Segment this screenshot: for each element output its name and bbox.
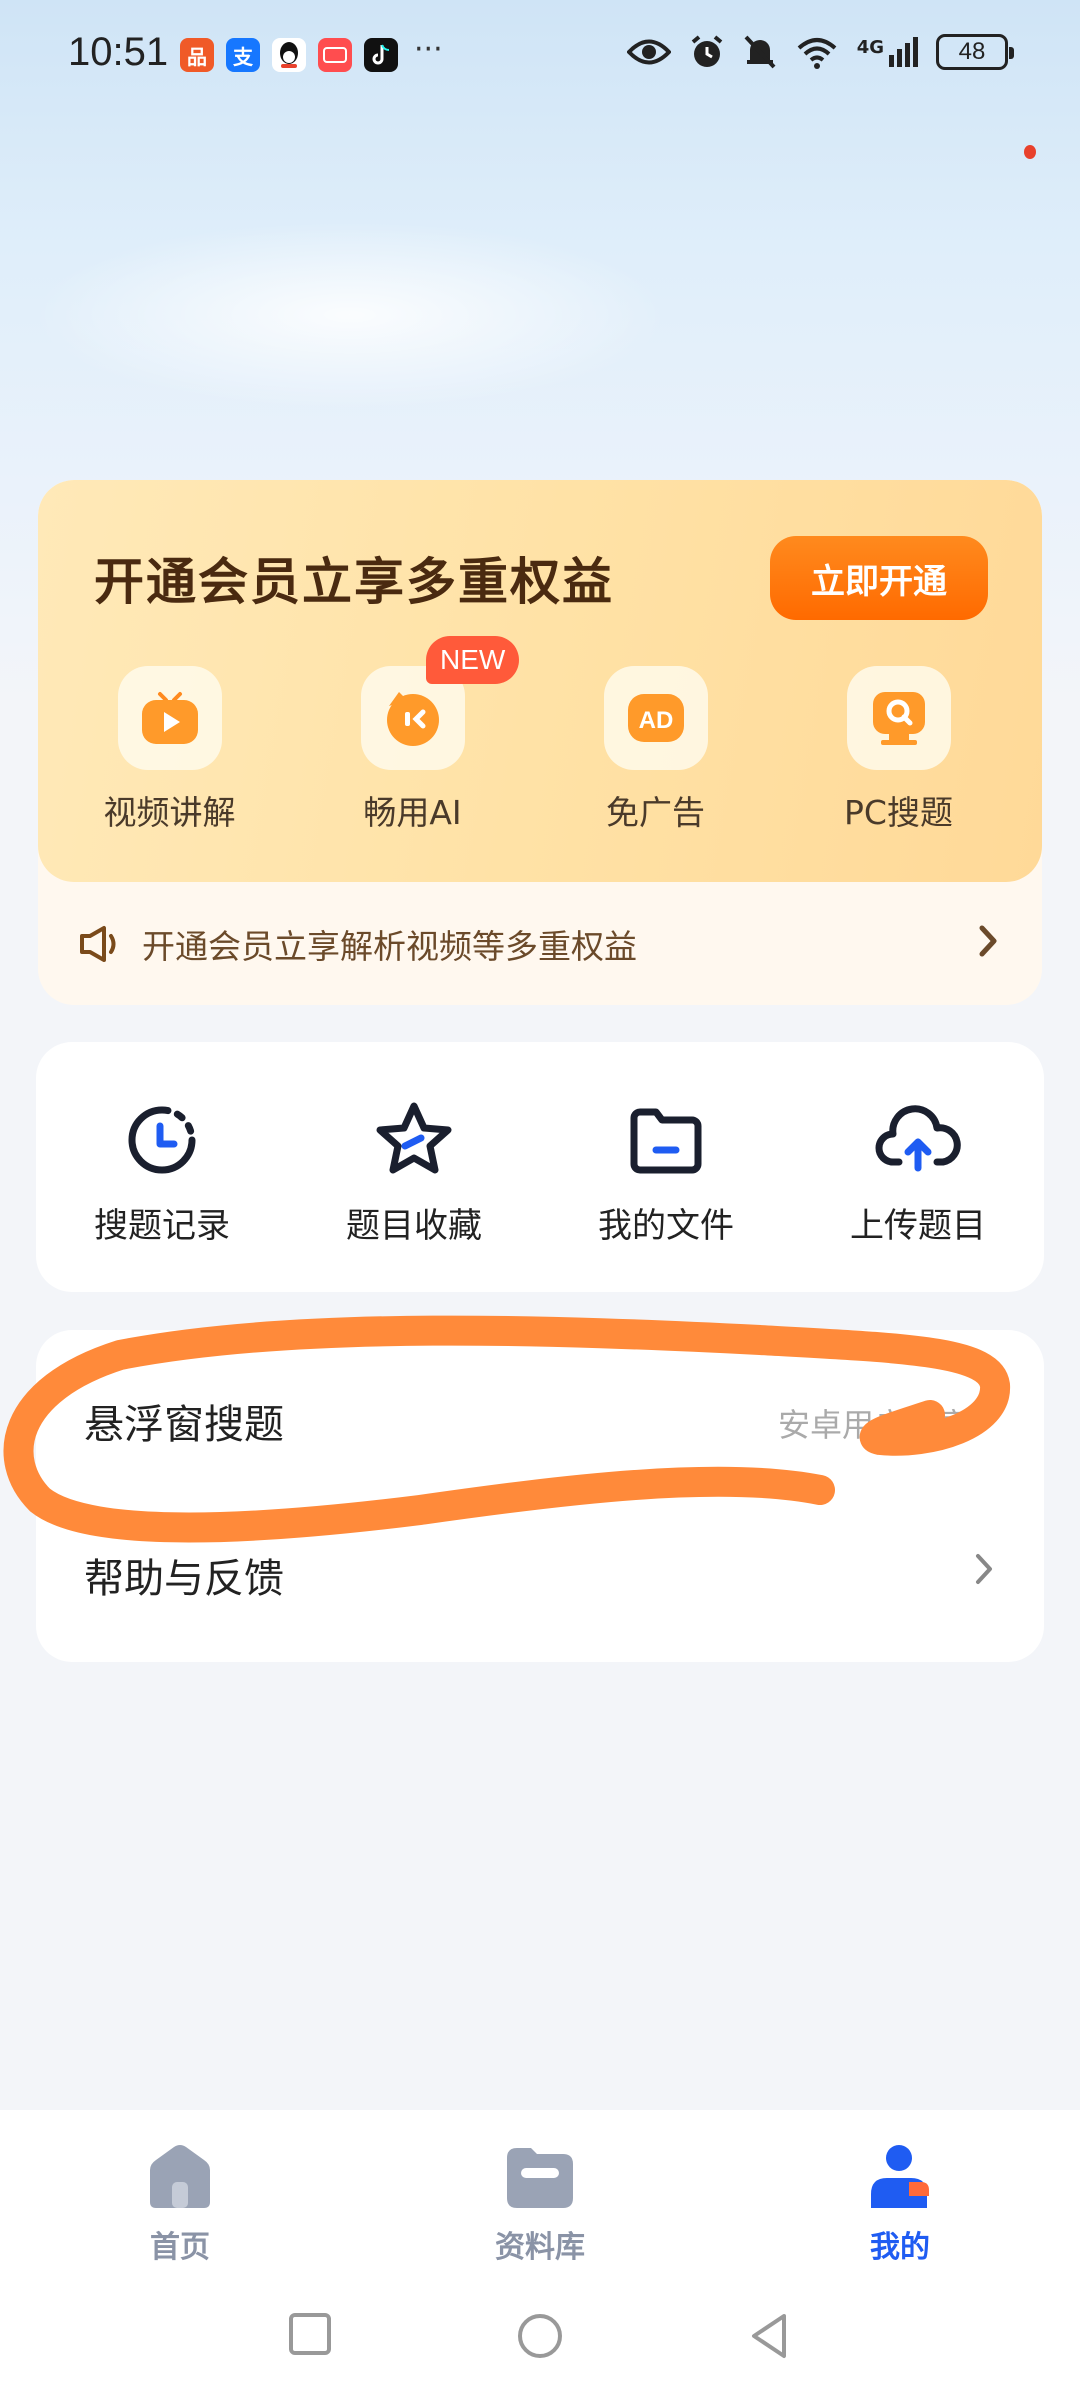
nav-label: 我的	[870, 2230, 930, 2265]
eye-icon	[626, 39, 671, 65]
tool-label: 搜题记录	[94, 1206, 230, 1246]
benefit-label: 视频讲解	[103, 793, 236, 832]
red-dot	[1024, 145, 1036, 159]
home-icon	[150, 2145, 210, 2208]
tool-label: 我的文件	[598, 1206, 734, 1246]
profile-icon	[871, 2145, 929, 2208]
benefit-no-ads[interactable]: AD 免广告	[534, 666, 777, 834]
nav-profile[interactable]: 我的	[720, 2110, 1080, 2280]
recent-apps-icon[interactable]	[288, 2312, 332, 2356]
vip-notice[interactable]: 开通会员立享解析视频等多重权益	[38, 882, 1042, 1005]
cloud-upload-icon	[875, 1105, 961, 1172]
help-feedback-title: 帮助与反馈	[84, 1556, 284, 1602]
signal-bar	[889, 55, 894, 67]
nav-label: 资料库	[495, 2230, 585, 2265]
benefit-video[interactable]: 视频讲解	[48, 666, 291, 834]
status-indicators: 4G 48	[626, 34, 1014, 70]
floating-window-row[interactable]: 悬浮窗搜题 安卓用户专享	[36, 1342, 1044, 1492]
chevron-right-icon	[979, 925, 997, 957]
wifi-icon	[797, 38, 837, 69]
vip-notice-text: 开通会员立享解析视频等多重权益	[142, 926, 637, 966]
vip-card: 开通会员立享多重权益 立即开通 视频讲解 NEW 畅用AI AD 免广告 PC搜…	[38, 480, 1042, 1005]
benefit-label: 畅用AI	[363, 793, 462, 832]
tool-upload[interactable]: 上传题目	[792, 1042, 1044, 1292]
chevron-right-icon	[976, 1554, 992, 1584]
tool-label: 题目收藏	[346, 1206, 482, 1246]
settings-card: 悬浮窗搜题 安卓用户专享 帮助与反馈	[36, 1330, 1044, 1662]
ai-face-icon	[386, 692, 439, 746]
nav-label: 首页	[150, 2230, 210, 2265]
benefit-ai[interactable]: NEW 畅用AI	[291, 636, 534, 834]
alipay-icon: 支	[226, 38, 260, 72]
star-icon	[376, 1102, 452, 1174]
signal-bar	[913, 37, 918, 67]
mute-bell-icon	[744, 35, 776, 69]
tool-label: 上传题目	[850, 1206, 986, 1246]
tool-search-history[interactable]: 搜题记录	[36, 1042, 288, 1292]
open-vip-button[interactable]: 立即开通	[770, 536, 988, 620]
network-type: 4G	[856, 37, 884, 58]
benefit-pc-search[interactable]: PC搜题	[777, 666, 1020, 834]
status-time: 10:51	[68, 30, 169, 74]
library-icon	[507, 2148, 573, 2208]
system-navigation-bar	[0, 2280, 1080, 2403]
nav-home[interactable]: 首页	[0, 2110, 360, 2280]
vip-banner: 开通会员立享多重权益 立即开通 视频讲解 NEW 畅用AI AD 免广告 PC搜…	[38, 480, 1042, 882]
header-glow	[30, 220, 670, 410]
video-play-icon	[141, 692, 198, 744]
tool-favorites[interactable]: 题目收藏	[288, 1042, 540, 1292]
qq-icon	[272, 38, 306, 72]
benefit-label: 免广告	[606, 793, 705, 832]
alarm-icon	[691, 35, 722, 67]
ad-icon: AD	[627, 694, 684, 742]
tool-my-files[interactable]: 我的文件	[540, 1042, 792, 1292]
folder-icon	[630, 1108, 702, 1174]
clock-icon	[128, 1106, 196, 1174]
tools-card: 搜题记录 题目收藏 我的文件 上传题目	[36, 1042, 1044, 1292]
new-badge: NEW	[426, 636, 520, 684]
tiktok-icon	[364, 38, 398, 72]
signal-bar	[897, 49, 902, 67]
back-button-icon[interactable]	[748, 2312, 790, 2360]
app-notification-icon: 品	[180, 38, 214, 72]
home-button-icon[interactable]	[516, 2312, 564, 2360]
help-feedback-row[interactable]: 帮助与反馈	[36, 1496, 1044, 1646]
status-bar: 10:51 品 支 ··· 4G 48	[0, 0, 1080, 110]
battery-indicator: 48	[936, 34, 1014, 70]
floating-window-note: 安卓用户专享	[777, 1406, 970, 1444]
signal-indicator: 4G	[857, 37, 918, 67]
benefit-label: PC搜题	[844, 793, 953, 832]
bottom-navigation: 首页 资料库 我的	[0, 2110, 1080, 2280]
signal-bar	[905, 43, 910, 67]
notification-icons: 品 支 ···	[180, 32, 443, 72]
shop-icon	[318, 38, 352, 72]
pc-search-icon	[872, 692, 925, 745]
speaker-icon	[80, 925, 116, 962]
floating-window-title: 悬浮窗搜题	[84, 1402, 284, 1448]
vip-benefits: 视频讲解 NEW 畅用AI AD 免广告 PC搜题	[38, 636, 1042, 834]
vip-title: 开通会员立享多重权益	[94, 553, 614, 611]
nav-library[interactable]: 资料库	[360, 2110, 720, 2280]
svg-text:AD: AD	[638, 707, 673, 734]
more-notifications-icon: ···	[414, 32, 443, 67]
